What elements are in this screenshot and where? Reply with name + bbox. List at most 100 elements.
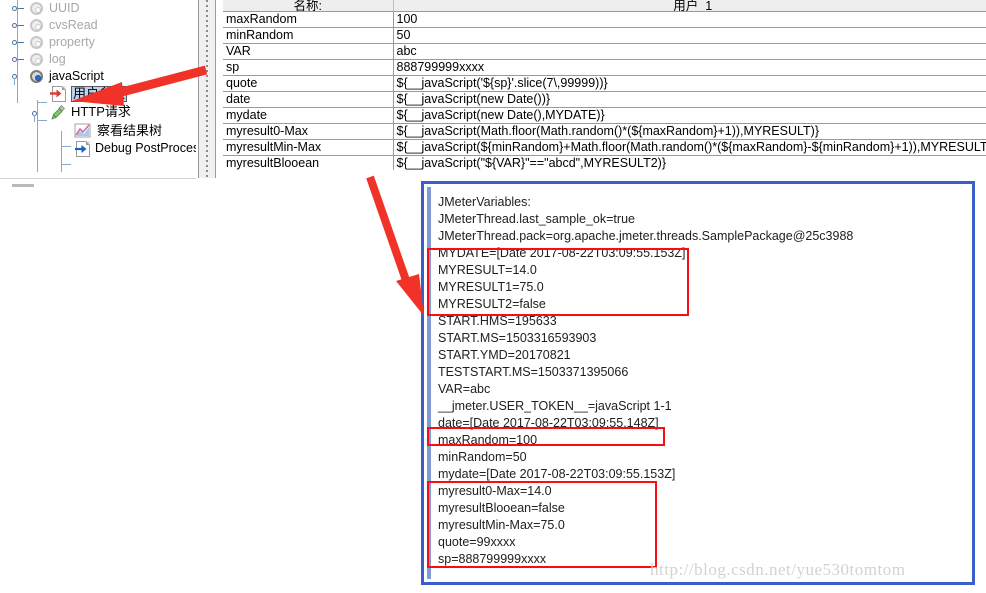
- debug-postprocessor-variables-panel[interactable]: JMeterVariables: JMeterThread.last_sampl…: [421, 181, 975, 585]
- column-header-user-1[interactable]: 用户_1: [393, 0, 986, 12]
- list-item: MYRESULT=14.0: [438, 263, 537, 277]
- cell-value[interactable]: abc: [393, 43, 986, 60]
- user-parameters-table-panel[interactable]: 名称: 用户_1 maxRandom 100 minRandom 50 VAR: [216, 0, 986, 170]
- list-item: MYRESULT1=75.0: [438, 280, 544, 294]
- vars-vertical-scrollbar[interactable]: [427, 187, 431, 579]
- cell-name[interactable]: sp: [223, 59, 394, 76]
- table-row[interactable]: date ${__javaScript(new Date())}: [223, 91, 986, 108]
- table-row[interactable]: VAR abc: [223, 43, 986, 60]
- list-item: VAR=abc: [438, 382, 491, 396]
- debug-postprocessor-icon: [73, 140, 91, 157]
- gear-icon: [29, 17, 45, 34]
- list-item: TESTSTART.MS=1503371395066: [438, 365, 629, 379]
- http-request-icon: [49, 103, 67, 120]
- sidebar-item-cvsread[interactable]: cvsRead: [0, 17, 196, 34]
- list-item: __jmeter.USER_TOKEN__=javaScript 1-1: [438, 399, 672, 413]
- table-row[interactable]: minRandom 50: [223, 27, 986, 44]
- gear-icon: [29, 68, 45, 85]
- sidebar-item-http-request[interactable]: HTTP请求: [0, 103, 196, 122]
- cell-name[interactable]: minRandom: [223, 27, 394, 44]
- gear-icon: [29, 0, 45, 17]
- cell-name[interactable]: quote: [223, 75, 394, 92]
- test-plan-tree[interactable]: UUID cvsRead property log javaScript 用户参…: [0, 0, 196, 178]
- cell-name[interactable]: myresultBlooean: [223, 155, 394, 170]
- list-item: quote=99xxxx: [438, 535, 516, 549]
- screenshot-root: UUID cvsRead property log javaScript 用户参…: [0, 0, 986, 593]
- sidebar-item-label: log: [48, 52, 66, 66]
- list-item: myresultMin-Max=75.0: [438, 518, 565, 532]
- cell-value[interactable]: 100: [393, 11, 986, 28]
- table-row[interactable]: myresultMin-Max ${__javaScript(${minRand…: [223, 139, 986, 156]
- sidebar-item-label: cvsRead: [48, 18, 98, 32]
- cell-value[interactable]: 50: [393, 27, 986, 44]
- table-row[interactable]: myresult0-Max ${__javaScript(Math.floor(…: [223, 123, 986, 140]
- cell-name[interactable]: myresult0-Max: [223, 123, 394, 140]
- tree-toggle-icon[interactable]: [10, 0, 26, 17]
- tree-toggle-icon[interactable]: [30, 105, 46, 122]
- sidebar-item-property[interactable]: property: [0, 34, 196, 51]
- scrollbar-thumb[interactable]: [12, 184, 34, 187]
- list-item: MYRESULT2=false: [438, 297, 546, 311]
- sidebar-item-label: 用户参数: [70, 86, 127, 102]
- panel-splitter[interactable]: [198, 0, 216, 178]
- list-item: START.YMD=20170821: [438, 348, 571, 362]
- sidebar-item-debug-postprocessor[interactable]: Debug PostProcessor: [0, 140, 196, 158]
- sidebar-item-label: javaScript: [48, 69, 104, 83]
- variables-list: JMeterVariables: JMeterThread.last_sampl…: [435, 194, 969, 568]
- cell-value[interactable]: ${__javaScript(new Date())}: [393, 91, 986, 108]
- sidebar-item-label: Debug PostProcessor: [94, 141, 196, 155]
- tree-connector-4: [61, 164, 71, 165]
- cell-value[interactable]: ${__javaScript("${VAR}"=="abcd",MYRESULT…: [393, 155, 986, 170]
- sidebar-item-label: UUID: [48, 1, 80, 15]
- tree-toggle-icon[interactable]: [10, 68, 26, 85]
- list-item: minRandom=50: [438, 450, 527, 464]
- list-item: JMeterThread.last_sample_ok=true: [438, 212, 635, 226]
- table-row[interactable]: maxRandom 100: [223, 11, 986, 28]
- cell-value[interactable]: ${__javaScript(Math.floor(Math.random()*…: [393, 123, 986, 140]
- list-item: date=[Date 2017-08-22T03:09:55.148Z]: [438, 416, 659, 430]
- cell-value[interactable]: ${__javaScript(new Date(),MYDATE)}: [393, 107, 986, 124]
- sidebar-item-label: 察看结果树: [96, 123, 162, 138]
- list-item: JMeterThread.pack=org.apache.jmeter.thre…: [438, 229, 854, 243]
- tree-toggle-icon[interactable]: [10, 34, 26, 51]
- list-item: mydate=[Date 2017-08-22T03:09:55.153Z]: [438, 467, 676, 481]
- table-empty-area: [216, 170, 986, 180]
- cell-name[interactable]: VAR: [223, 43, 394, 60]
- gear-icon: [29, 51, 45, 68]
- cell-value[interactable]: ${__javaScript('${sp}'.slice(7\,99999))}: [393, 75, 986, 92]
- user-parameters-table[interactable]: 名称: 用户_1 maxRandom 100 minRandom 50 VAR: [223, 0, 986, 170]
- gear-icon: [29, 34, 45, 51]
- cell-name[interactable]: myresultMin-Max: [223, 139, 394, 156]
- user-parameters-icon: [49, 85, 67, 102]
- table-row[interactable]: mydate ${__javaScript(new Date(),MYDATE)…: [223, 107, 986, 124]
- sidebar-item-uuid[interactable]: UUID: [0, 0, 196, 17]
- sidebar-item-javascript[interactable]: javaScript: [0, 68, 196, 85]
- sidebar-item-label: property: [48, 35, 95, 49]
- list-item: myresult0-Max=14.0: [438, 484, 552, 498]
- list-item: maxRandom=100: [438, 433, 538, 447]
- cell-value[interactable]: 888799999xxxx: [393, 59, 986, 76]
- list-item: START.HMS=195633: [438, 314, 557, 328]
- tree-horizontal-scrollbar[interactable]: [0, 178, 196, 193]
- watermark-text: http://blog.csdn.net/yue530tomtom: [650, 560, 906, 579]
- view-results-tree-icon: [73, 122, 93, 139]
- sidebar-item-view-results-tree[interactable]: 察看结果树: [0, 122, 196, 140]
- sidebar-item-log[interactable]: log: [0, 51, 196, 68]
- list-item: MYDATE=[Date 2017-08-22T03:09:55.153Z]: [438, 246, 686, 260]
- table-row[interactable]: quote ${__javaScript('${sp}'.slice(7\,99…: [223, 75, 986, 92]
- table-row[interactable]: myresultBlooean ${__javaScript("${VAR}"=…: [223, 155, 986, 170]
- tree-toggle-icon[interactable]: [10, 17, 26, 34]
- table-row[interactable]: sp 888799999xxxx: [223, 59, 986, 76]
- table-header-row: 名称: 用户_1: [223, 0, 986, 12]
- arrow-to-variables-panel: [366, 175, 424, 316]
- cell-value[interactable]: ${__javaScript(${minRandom}+Math.floor(M…: [393, 139, 986, 156]
- cell-name[interactable]: date: [223, 91, 394, 108]
- tree-toggle-icon[interactable]: [10, 51, 26, 68]
- list-item: myresultBlooean=false: [438, 501, 565, 515]
- list-item: START.MS=1503316593903: [438, 331, 597, 345]
- sidebar-item-label: HTTP请求: [70, 104, 131, 119]
- cell-name[interactable]: mydate: [223, 107, 394, 124]
- column-header-name[interactable]: 名称:: [223, 0, 394, 12]
- cell-name[interactable]: maxRandom: [223, 11, 394, 28]
- sidebar-item-user-parameters[interactable]: 用户参数: [0, 85, 196, 103]
